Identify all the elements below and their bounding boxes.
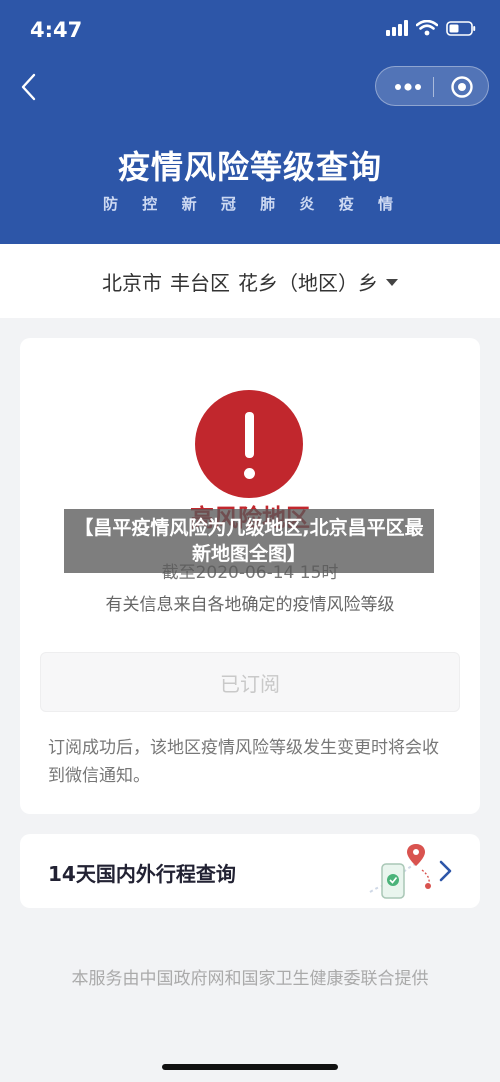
back-icon[interactable] bbox=[16, 72, 46, 102]
itinerary-query-label: 14天国内外行程查询 bbox=[48, 862, 236, 886]
status-icons bbox=[386, 20, 476, 36]
footer-credit: 本服务由中国政府网和国家卫生健康委联合提供 bbox=[71, 969, 429, 989]
overlay-caption: 【昌平疫情风险为几级地区,北京昌平区最新地图全图】 bbox=[64, 509, 434, 573]
subtitle-char: 控 bbox=[142, 195, 158, 213]
subtitle-char: 情 bbox=[377, 195, 393, 213]
phone-map-icon bbox=[366, 840, 436, 908]
location-district: 丰台区 bbox=[170, 270, 230, 295]
risk-result-card: 高风险地区 截至2020-06-14 15时 有关信息来自各地确定的疫情风险等级… bbox=[20, 338, 480, 814]
dropdown-arrow-icon bbox=[386, 278, 398, 286]
subtitle-char: 新 bbox=[181, 195, 197, 213]
mini-program-capsule bbox=[375, 66, 489, 106]
close-target-icon[interactable] bbox=[450, 75, 474, 103]
chevron-right-icon bbox=[438, 860, 454, 886]
more-icon[interactable] bbox=[394, 78, 422, 100]
subtitle-char: 防 bbox=[103, 195, 119, 213]
status-bar: 4:47 bbox=[0, 0, 500, 60]
page-title: 疫情风险等级查询 bbox=[117, 148, 382, 186]
source-note: 有关信息来自各地确定的疫情风险等级 bbox=[105, 595, 395, 615]
capsule-divider bbox=[433, 77, 434, 97]
location-area: 花乡（地区）乡 bbox=[238, 270, 378, 295]
page-subtitle: 防 控 新 冠 肺 炎 疫 情 bbox=[103, 193, 393, 214]
home-indicator[interactable] bbox=[162, 1064, 338, 1070]
signal-icon bbox=[386, 20, 408, 36]
itinerary-query-link[interactable]: 14天国内外行程查询 bbox=[20, 834, 480, 908]
status-time: 4:47 bbox=[30, 18, 83, 42]
subtitle-char: 疫 bbox=[338, 195, 354, 213]
subtitle-char: 炎 bbox=[299, 195, 315, 213]
subscribe-button[interactable]: 已订阅 bbox=[40, 652, 460, 712]
subtitle-char: 肺 bbox=[260, 195, 276, 213]
warning-icon bbox=[195, 390, 303, 498]
battery-icon bbox=[446, 20, 476, 36]
wifi-icon bbox=[416, 20, 438, 36]
subscribe-note: 订阅成功后，该地区疫情风险等级发生变更时将会收到微信通知。 bbox=[48, 738, 439, 786]
subtitle-char: 冠 bbox=[220, 195, 236, 213]
location-city: 北京市 bbox=[102, 270, 162, 295]
overlay-caption-text: 【昌平疫情风险为几级地区,北京昌平区最新地图全图】 bbox=[74, 517, 424, 565]
location-selector[interactable]: 北京市 丰台区 花乡（地区）乡 bbox=[0, 244, 500, 318]
